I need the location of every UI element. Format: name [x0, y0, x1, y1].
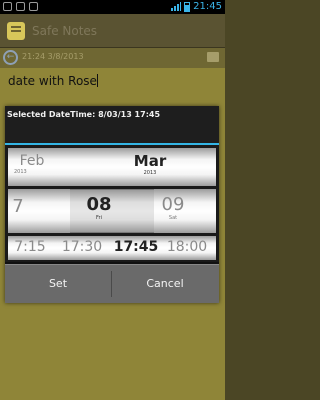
notification-icons — [3, 2, 38, 11]
set-button[interactable]: Set — [5, 265, 111, 303]
picker-area: Feb 2013 Mar 2013 7 08 Fri 09 Sat 7:15 1… — [5, 145, 219, 262]
battery-icon — [184, 1, 191, 12]
signal-icon — [171, 2, 182, 11]
note-text[interactable]: date with Rose — [8, 74, 98, 88]
day-item[interactable]: 09 Sat — [158, 194, 188, 221]
app-title: Safe Notes — [32, 24, 98, 38]
day-wheel[interactable]: 7 08 Fri 09 Sat — [8, 189, 216, 233]
time-item[interactable]: 17:30 — [58, 239, 106, 255]
day-item[interactable]: 7 — [8, 196, 28, 217]
dialog-title: Selected DateTime: 8/03/13 17:45 — [7, 110, 161, 119]
day-item-selected[interactable]: 08 Fri — [84, 194, 114, 221]
alarm-icon — [3, 2, 12, 11]
time-item[interactable]: 18:00 — [163, 239, 211, 255]
app-title-bar: Safe Notes — [0, 14, 225, 48]
settings-icon — [16, 2, 25, 11]
time-item[interactable]: 7:15 — [8, 239, 52, 255]
back-arrow-icon[interactable]: ← — [3, 50, 18, 65]
time-item-selected[interactable]: 17:45 — [112, 239, 160, 255]
dialog-header: Selected DateTime: 8/03/13 17:45 — [5, 106, 219, 143]
dialog-button-bar: Set Cancel — [5, 264, 219, 303]
month-item[interactable]: Feb 2013 — [12, 153, 52, 175]
time-wheel[interactable]: 7:15 17:30 17:45 18:00 — [8, 236, 216, 260]
note-toolbar: ← 21:24 3/8/2013 — [0, 48, 225, 68]
month-item-selected[interactable]: Mar 2013 — [128, 152, 172, 176]
notes-app-icon — [7, 22, 25, 40]
status-bar: 21:45 — [0, 0, 225, 14]
clock: 21:45 — [193, 1, 222, 12]
save-icon[interactable] — [207, 52, 219, 62]
month-wheel[interactable]: Feb 2013 Mar 2013 — [8, 148, 216, 186]
cancel-button[interactable]: Cancel — [112, 265, 218, 303]
note-date: 21:24 3/8/2013 — [22, 52, 84, 61]
datetime-picker-dialog: Selected DateTime: 8/03/13 17:45 Feb 201… — [5, 106, 219, 303]
system-icons: 21:45 — [171, 1, 222, 12]
usb-icon — [29, 2, 38, 11]
